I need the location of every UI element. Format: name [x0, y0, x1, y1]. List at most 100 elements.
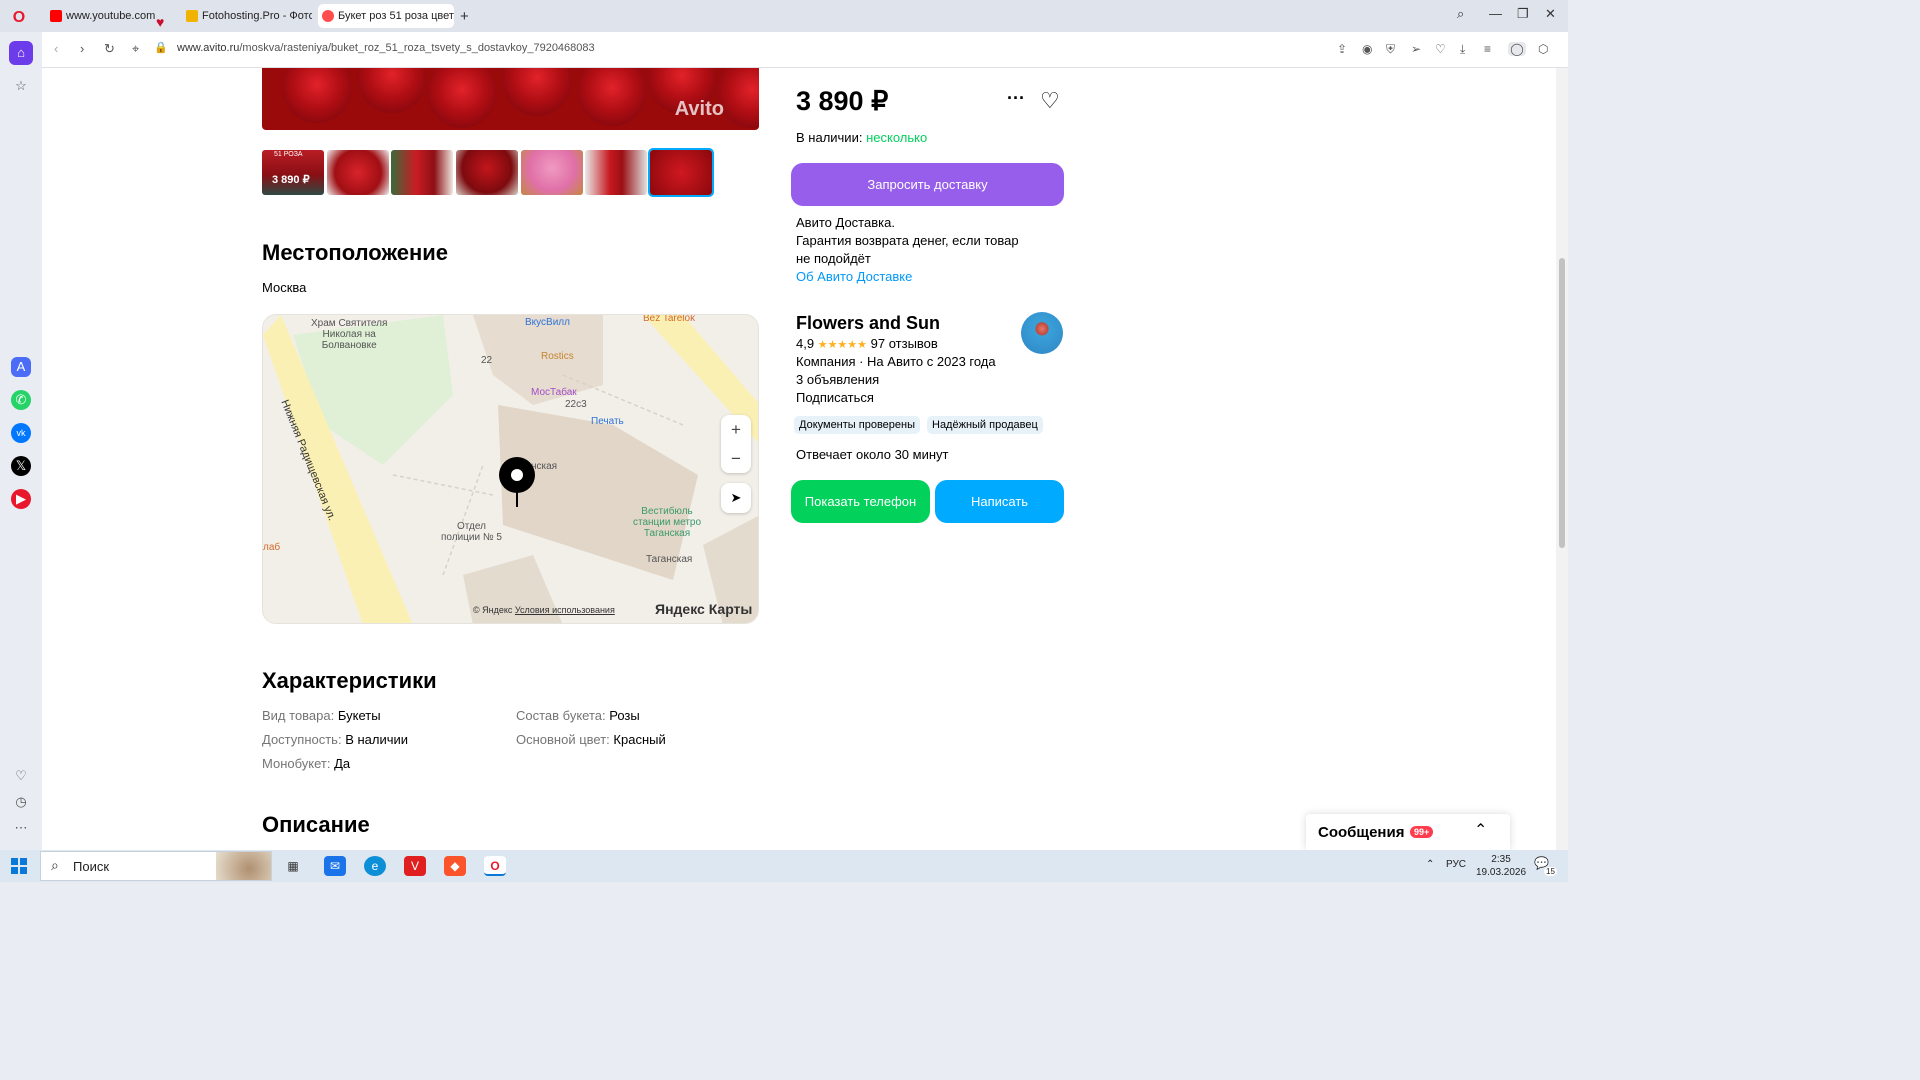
opera-logo-icon[interactable]: O: [8, 7, 30, 29]
zoom-out-button[interactable]: −: [721, 444, 751, 473]
geolocation-arrow-icon[interactable]: ➤: [721, 483, 751, 513]
lock-icon[interactable]: 🔒: [154, 41, 168, 54]
url-path: /moskva/rasteniya/buket_roz_51_roza_tsve…: [239, 42, 595, 54]
subscribe-link[interactable]: Подписаться: [796, 390, 874, 405]
map-terms-link[interactable]: Условия использования: [515, 605, 615, 615]
seller-avatar[interactable]: [1021, 312, 1063, 354]
language-indicator[interactable]: РУС: [1446, 859, 1466, 870]
aria-icon[interactable]: A: [11, 357, 31, 377]
heart-sticker-icon: ♥: [156, 14, 165, 30]
x-icon[interactable]: 𝕏: [11, 456, 31, 476]
music-player-icon[interactable]: ▶: [11, 489, 31, 509]
taskbar-search-placeholder: Поиск: [73, 859, 110, 874]
camera-icon[interactable]: ◉: [1362, 42, 1372, 56]
rose: [282, 68, 352, 123]
location-pin-icon[interactable]: ⌖: [132, 41, 139, 57]
messages-widget[interactable]: Сообщения 99+ ⌃: [1306, 814, 1510, 850]
share-icon[interactable]: ⇪: [1337, 42, 1347, 56]
extensions-cube-icon[interactable]: ⬡: [1538, 42, 1548, 56]
home-icon[interactable]: ⌂: [9, 41, 33, 65]
thumbnail-2[interactable]: [327, 150, 389, 195]
menu-icon[interactable]: ≡: [1484, 42, 1491, 56]
rose: [357, 68, 427, 113]
bookmarks-star-icon[interactable]: ☆: [9, 74, 33, 98]
tab-label: www.youtube.com: [66, 10, 156, 22]
thumbnail-4[interactable]: [456, 150, 518, 195]
chevron-up-icon[interactable]: ⌃: [1474, 820, 1487, 840]
minimize-button[interactable]: —: [1489, 6, 1502, 21]
history-clock-icon[interactable]: ◷: [9, 790, 33, 814]
char-item: Доступность: В наличии: [262, 732, 408, 747]
seller-reviews: 97 отзывов: [870, 336, 938, 351]
clock[interactable]: 2:35 19.03.2026: [1476, 853, 1526, 879]
availability-value: несколько: [866, 130, 928, 145]
close-window-button[interactable]: ✕: [1545, 6, 1556, 22]
char-value: Да: [334, 756, 351, 771]
edge-icon[interactable]: e: [364, 856, 386, 876]
tray-chevron-up-icon[interactable]: ⌃: [1426, 859, 1434, 870]
zoom-in-button[interactable]: +: [721, 415, 751, 444]
seller-listings[interactable]: 3 объявления: [796, 372, 879, 387]
yandex-maps-logo[interactable]: Яндекс Карты: [655, 601, 752, 617]
youtube-icon: [50, 10, 62, 22]
thumbnail-3[interactable]: [391, 150, 453, 195]
brave-icon[interactable]: ◆: [444, 856, 466, 876]
location-map[interactable]: Храм Святителя Николая на Болвановке Вку…: [262, 314, 759, 624]
search-highlight-image: [216, 852, 271, 880]
new-tab-button[interactable]: +: [460, 8, 469, 25]
delivery-info: Авито Доставка. Гарантия возврата денег,…: [796, 214, 1019, 286]
main-product-image[interactable]: Avito: [262, 68, 759, 130]
task-view-icon[interactable]: ▦: [282, 856, 304, 876]
tab-fotohosting[interactable]: Fotohosting.Pro - Фотохо: [182, 4, 312, 28]
forward-icon[interactable]: ›: [80, 41, 84, 56]
vivaldi-icon[interactable]: V: [404, 856, 426, 876]
map-zoom-control: + −: [721, 415, 751, 473]
scrollbar-thumb[interactable]: [1559, 258, 1565, 548]
opera-taskbar-icon[interactable]: O: [484, 856, 506, 876]
about-delivery-link[interactable]: Об Авито Доставке: [796, 268, 1019, 286]
vk-icon[interactable]: vk: [11, 423, 31, 443]
thumbnail-5[interactable]: [521, 150, 583, 195]
tab-avito[interactable]: Букет роз 51 роза цветы: [318, 4, 454, 28]
outlook-icon[interactable]: ✉: [324, 856, 346, 876]
map-pin-stem: [516, 491, 518, 507]
more-sidebar-icon[interactable]: ⋯: [9, 816, 33, 840]
restore-button[interactable]: ❐: [1517, 6, 1529, 22]
thumbnail-7[interactable]: [648, 148, 714, 197]
char-value: Букеты: [337, 708, 381, 723]
seller-name[interactable]: Flowers and Sun: [796, 313, 940, 334]
more-options-icon[interactable]: ···: [1007, 88, 1025, 109]
page-scrollbar[interactable]: [1556, 68, 1568, 850]
delivery-line-2: Гарантия возврата денег, если товар: [796, 233, 1019, 248]
adblock-shield-icon[interactable]: ⛨: [1386, 42, 1395, 57]
map-label-metro-1: нская: [531, 461, 558, 472]
back-icon[interactable]: ‹: [54, 41, 58, 56]
avito-watermark: Avito: [674, 98, 724, 120]
write-message-button[interactable]: Написать: [935, 480, 1064, 523]
char-value: Розы: [609, 708, 640, 723]
windows-start-icon[interactable]: [11, 858, 27, 874]
favorite-heart-icon[interactable]: ♡: [1040, 88, 1060, 114]
whatsapp-icon[interactable]: ✆: [11, 390, 31, 410]
reload-icon[interactable]: ↻: [104, 41, 115, 57]
seller-rating: 4,9: [796, 336, 815, 351]
show-phone-button[interactable]: Показать телефон: [791, 480, 930, 523]
thumbnail-6[interactable]: [585, 150, 647, 195]
seller-rating-row[interactable]: 4,9 ★★★★★ 97 отзывов: [796, 336, 938, 351]
profile-icon[interactable]: ◯: [1508, 42, 1526, 56]
delivery-line-3: не подойдёт: [796, 251, 871, 266]
heart-icon[interactable]: ♡: [1435, 42, 1446, 56]
thumbnail-1[interactable]: 51 РОЗА 3 890 ₽: [262, 150, 324, 195]
request-delivery-button[interactable]: Запросить доставку: [791, 163, 1064, 206]
send-icon[interactable]: ➢: [1411, 42, 1421, 56]
url-field[interactable]: www.avito.ru/moskva/rasteniya/buket_roz_…: [177, 42, 595, 54]
favorites-heart-icon[interactable]: ♡: [9, 764, 33, 788]
taskbar-search[interactable]: ⌕ Поиск: [40, 851, 272, 881]
page-content: Avito 51 РОЗА 3 890 ₽ Местоположение Мос…: [42, 68, 1556, 850]
messages-label: Сообщения: [1318, 824, 1405, 841]
description-heading: Описание: [262, 812, 370, 837]
search-icon: ⌕: [51, 857, 59, 873]
download-icon[interactable]: ⤓: [1460, 42, 1465, 57]
char-key: Вид товара:: [262, 708, 335, 723]
search-tabs-icon[interactable]: ⌕: [1457, 6, 1464, 22]
